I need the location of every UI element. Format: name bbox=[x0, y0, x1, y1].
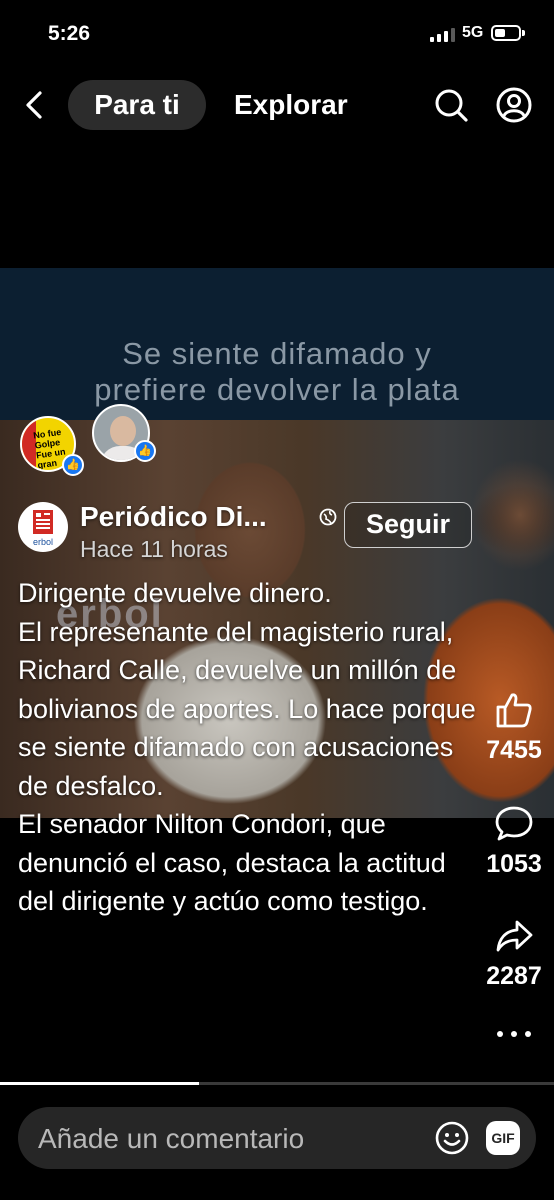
post-line: Dirigente devuelve dinero. bbox=[18, 578, 332, 608]
video-progress-fill bbox=[0, 1082, 200, 1085]
battery-cap bbox=[522, 30, 525, 36]
page-name[interactable]: Periódico Di... bbox=[80, 500, 267, 534]
battery-icon bbox=[491, 25, 521, 41]
post-line: El senador Nilton Condori, que denunció … bbox=[18, 809, 446, 916]
more-options-icon[interactable] bbox=[497, 1024, 531, 1044]
like-badge-icon: 👍 bbox=[134, 440, 156, 462]
post-time: Hace 11 horas bbox=[80, 536, 228, 562]
video-caption-line1: Se siente difamado y bbox=[122, 336, 432, 371]
status-time: 5:26 bbox=[48, 22, 91, 45]
status-bar: 5:26 5G bbox=[0, 0, 554, 70]
share-arrow-icon[interactable] bbox=[494, 916, 534, 956]
post-line: El represenante del magisterio rural, Ri… bbox=[18, 616, 476, 801]
tab-para-ti[interactable]: Para ti bbox=[68, 80, 206, 130]
page-header: erbol Periódico Di... Seguir Hace 11 hor… bbox=[18, 500, 538, 564]
erbol-logo-icon: erbol bbox=[33, 510, 53, 547]
reaction-avatars[interactable]: No fue Golpe Fue un gran fraude 👍 👍 bbox=[20, 404, 160, 476]
comment-action[interactable]: 1053 bbox=[474, 804, 554, 879]
tab-explorar[interactable]: Explorar bbox=[234, 80, 348, 130]
like-action[interactable]: 7455 bbox=[474, 690, 554, 765]
globe-icon bbox=[319, 508, 337, 526]
follow-button[interactable]: Seguir bbox=[344, 502, 472, 548]
gif-button[interactable]: GIF bbox=[486, 1121, 520, 1155]
page-avatar[interactable]: erbol bbox=[18, 502, 68, 552]
comment-count: 1053 bbox=[486, 850, 542, 878]
top-nav: Para ti Explorar bbox=[0, 75, 554, 135]
video-caption: Se siente difamado y prefiere devolver l… bbox=[0, 336, 554, 408]
back-arrow-icon[interactable] bbox=[20, 87, 50, 123]
comment-input[interactable] bbox=[36, 1107, 420, 1171]
share-action[interactable]: 2287 bbox=[474, 916, 554, 991]
comment-bar: GIF bbox=[18, 1107, 536, 1171]
video-progress-bar[interactable] bbox=[0, 1082, 554, 1085]
like-count: 7455 bbox=[486, 736, 542, 764]
avatar-face bbox=[110, 416, 136, 446]
signal-icon bbox=[430, 28, 455, 42]
video-caption-line2: prefiere devolver la plata bbox=[94, 372, 460, 407]
thumbs-up-icon[interactable] bbox=[494, 690, 534, 730]
share-count: 2287 bbox=[486, 962, 542, 990]
network-type: 5G bbox=[462, 24, 484, 41]
search-icon[interactable] bbox=[432, 86, 470, 124]
emoji-icon[interactable] bbox=[434, 1120, 470, 1156]
avatar-label: erbol bbox=[33, 537, 53, 547]
post-text[interactable]: Dirigente devuelve dinero. El represenan… bbox=[18, 574, 478, 921]
video-caption-banner: Se siente difamado y prefiere devolver l… bbox=[0, 268, 554, 420]
like-badge-icon: 👍 bbox=[62, 454, 84, 476]
battery-level bbox=[495, 29, 506, 37]
comment-bubble-icon[interactable] bbox=[494, 804, 534, 844]
profile-icon[interactable] bbox=[495, 86, 533, 124]
